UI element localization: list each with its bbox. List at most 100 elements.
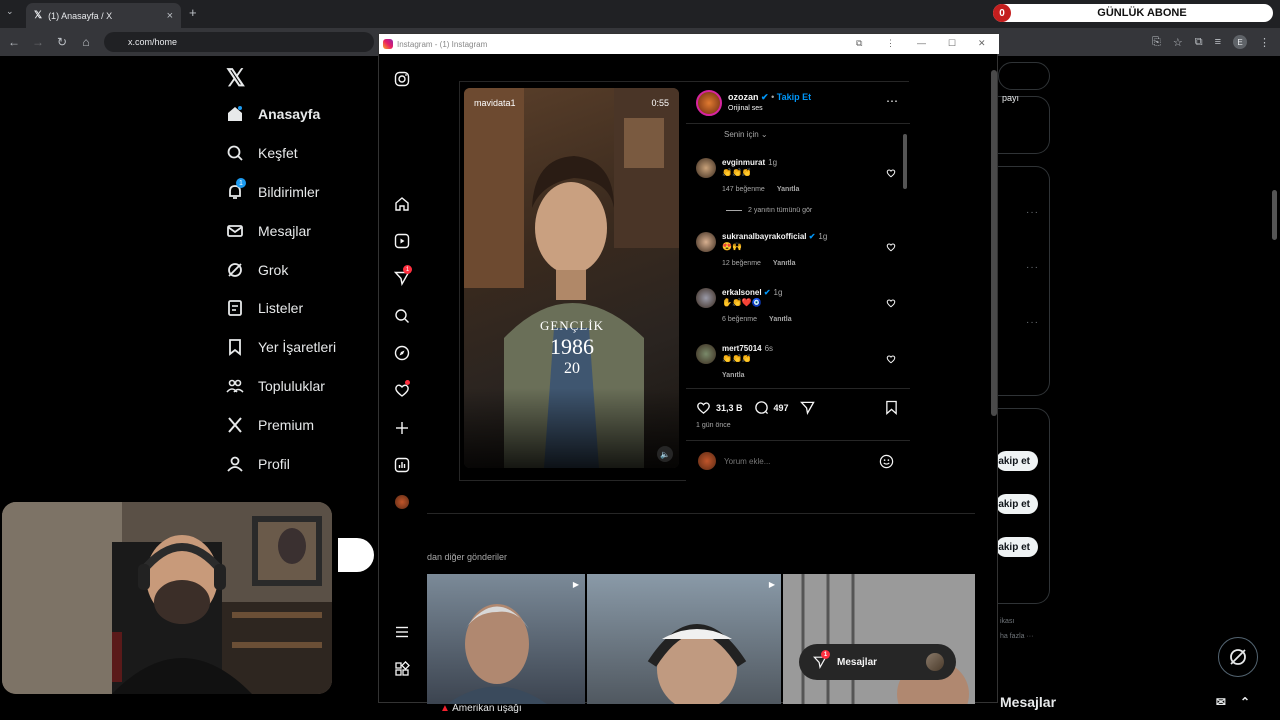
commenter-avatar[interactable]	[696, 158, 716, 178]
window-close-icon[interactable]: ✕	[978, 38, 986, 49]
comment-like-icon[interactable]	[886, 298, 896, 308]
tab-close-icon[interactable]: ×	[167, 10, 173, 22]
trend-more-icon[interactable]: ···	[1026, 317, 1039, 328]
x-logo-icon[interactable]: 𝕏	[226, 64, 245, 93]
x-footer-more[interactable]: ha fazla ···	[1000, 633, 1033, 640]
ig-threads-apps-icon[interactable]	[393, 660, 411, 678]
maximize-icon[interactable]: ☐	[948, 38, 956, 49]
reply-button[interactable]: Yanıtla	[769, 316, 792, 323]
reply-button[interactable]: Yanıtla	[777, 186, 800, 193]
media-icon[interactable]: ≡	[1215, 36, 1221, 48]
minimize-icon[interactable]: —	[917, 38, 926, 48]
follow-button[interactable]: akip et	[996, 451, 1038, 471]
x-footer-link[interactable]: ikası	[1000, 618, 1014, 625]
comment-likes[interactable]: 12 beğenme	[722, 260, 761, 267]
x-search-box[interactable]	[998, 62, 1050, 90]
ig-direct-icon[interactable]: 1	[393, 265, 412, 287]
tab-search-chevron-icon[interactable]: ⌄	[6, 6, 14, 17]
commenter-avatar[interactable]	[696, 344, 716, 364]
more-post-thumbnail[interactable]: ▶	[587, 574, 781, 704]
commenter-username[interactable]: erkalsonel	[722, 288, 762, 297]
ig-more-menu-icon[interactable]	[393, 623, 411, 641]
x-nav-item-2[interactable]: 1 Bildirimler	[226, 178, 319, 201]
commenter-avatar[interactable]	[696, 232, 716, 252]
address-bar[interactable]: x.com/home	[104, 32, 374, 52]
x-nav-item-8[interactable]: Premium	[226, 416, 314, 434]
trend-bar[interactable]: ▲ Amerikan uşağı	[440, 703, 522, 714]
x-nav-item-5[interactable]: Listeler	[226, 299, 303, 317]
commenter-username[interactable]: evginmurat	[722, 158, 765, 167]
instagram-logo-icon[interactable]	[393, 70, 411, 88]
x-nav-item-3[interactable]: Mesajlar	[226, 222, 311, 240]
share-icon[interactable]	[799, 400, 815, 415]
ig-reels-icon[interactable]	[393, 232, 411, 250]
comments-scrollbar[interactable]	[902, 126, 908, 388]
comment-count[interactable]: 497	[774, 403, 789, 413]
ig-create-icon[interactable]	[393, 419, 411, 437]
reload-icon[interactable]: ↻	[50, 35, 74, 49]
instagram-scrollbar[interactable]	[990, 56, 998, 702]
follow-author-button[interactable]: Takip Et	[777, 92, 811, 102]
ig-search-icon[interactable]	[393, 307, 411, 325]
more-post-thumbnail[interactable]: ▶	[427, 574, 585, 704]
follow-button[interactable]: akip et	[996, 494, 1038, 514]
reply-button[interactable]: Yanıtla	[773, 260, 796, 267]
post-options-icon[interactable]: ⋯	[886, 94, 898, 108]
emoji-icon[interactable]	[879, 454, 894, 469]
comment-input[interactable]	[724, 452, 864, 470]
trend-more-icon[interactable]: ···	[1026, 262, 1039, 273]
comment-sort-dropdown[interactable]: Senin için ⌄	[724, 130, 768, 139]
like-heart-icon[interactable]	[696, 400, 711, 415]
expand-drawer-icon[interactable]: ⌃	[1240, 695, 1250, 709]
back-icon[interactable]: ←	[2, 35, 26, 49]
mute-icon[interactable]: 🔈	[657, 446, 673, 462]
page-scrollbar-thumb[interactable]	[1272, 190, 1277, 240]
x-post-button-partial[interactable]	[338, 538, 374, 572]
more-post-thumbnail[interactable]	[783, 574, 975, 704]
grok-floating-button[interactable]	[1218, 637, 1258, 677]
save-bookmark-icon[interactable]	[885, 400, 898, 415]
ig-explore-icon[interactable]	[393, 344, 411, 362]
browser-tab-x[interactable]: 𝕏 (1) Anasayfa / X ×	[26, 3, 181, 28]
browser-menu-icon[interactable]: ⋮	[1259, 36, 1270, 49]
commenter-avatar[interactable]	[696, 288, 716, 308]
reply-button[interactable]: Yanıtla	[722, 372, 745, 379]
trend-more-icon[interactable]: ···	[1026, 207, 1039, 218]
x-messages-drawer[interactable]: Mesajlar ✉ ⌃	[994, 686, 1250, 718]
post-author[interactable]: ozozan	[728, 92, 759, 102]
comment-like-icon[interactable]	[886, 354, 896, 364]
extensions-icon[interactable]: ⧉	[1195, 36, 1203, 49]
ig-profile-avatar[interactable]	[393, 493, 411, 511]
window-extensions-icon[interactable]: ⧉	[856, 38, 862, 49]
ig-notifications-heart-icon[interactable]	[393, 380, 411, 399]
x-nav-item-0[interactable]: Anasayfa	[226, 105, 320, 123]
commenter-username[interactable]: sukranalbayrakofficial	[722, 232, 806, 241]
bookmark-star-icon[interactable]: ☆	[1173, 36, 1183, 49]
comment-icon[interactable]	[754, 400, 769, 415]
comment-likes[interactable]: 147 beğenme	[722, 186, 765, 193]
window-menu-icon[interactable]: ⋮	[886, 38, 895, 49]
like-count[interactable]: 31,3 B	[716, 403, 743, 413]
reel-video[interactable]: mavidata1 0:55 GENÇLİK 1986 20 🔈	[464, 88, 679, 468]
author-avatar[interactable]	[696, 90, 722, 116]
x-nav-item-7[interactable]: Topluluklar	[226, 377, 325, 395]
view-replies-button[interactable]: 2 yanıtın tümünü gör	[726, 207, 812, 214]
x-nav-item-9[interactable]: Profil	[226, 455, 290, 473]
compose-message-icon[interactable]: ✉	[1216, 695, 1226, 709]
comment-like-icon[interactable]	[886, 168, 896, 178]
comment-like-icon[interactable]	[886, 242, 896, 252]
cast-icon[interactable]: ⎘	[1152, 36, 1161, 49]
home-button-icon[interactable]: ⌂	[74, 35, 98, 49]
browser-profile-avatar[interactable]: E	[1233, 35, 1247, 49]
instagram-messages-pill[interactable]: 1 Mesajlar	[799, 644, 956, 680]
x-nav-item-4[interactable]: Grok	[226, 261, 288, 279]
x-nav-item-6[interactable]: Yer İşaretleri	[226, 338, 336, 356]
comment-likes[interactable]: 6 beğenme	[722, 316, 757, 323]
new-tab-button[interactable]: +	[189, 5, 197, 20]
ig-home-icon[interactable]	[393, 195, 411, 213]
commenter-username[interactable]: mert75014	[722, 344, 762, 353]
forward-icon[interactable]: →	[26, 35, 50, 49]
ig-dashboard-icon[interactable]	[393, 456, 411, 474]
post-audio[interactable]: Orijinal ses	[728, 105, 763, 112]
x-nav-item-1[interactable]: Keşfet	[226, 144, 298, 162]
